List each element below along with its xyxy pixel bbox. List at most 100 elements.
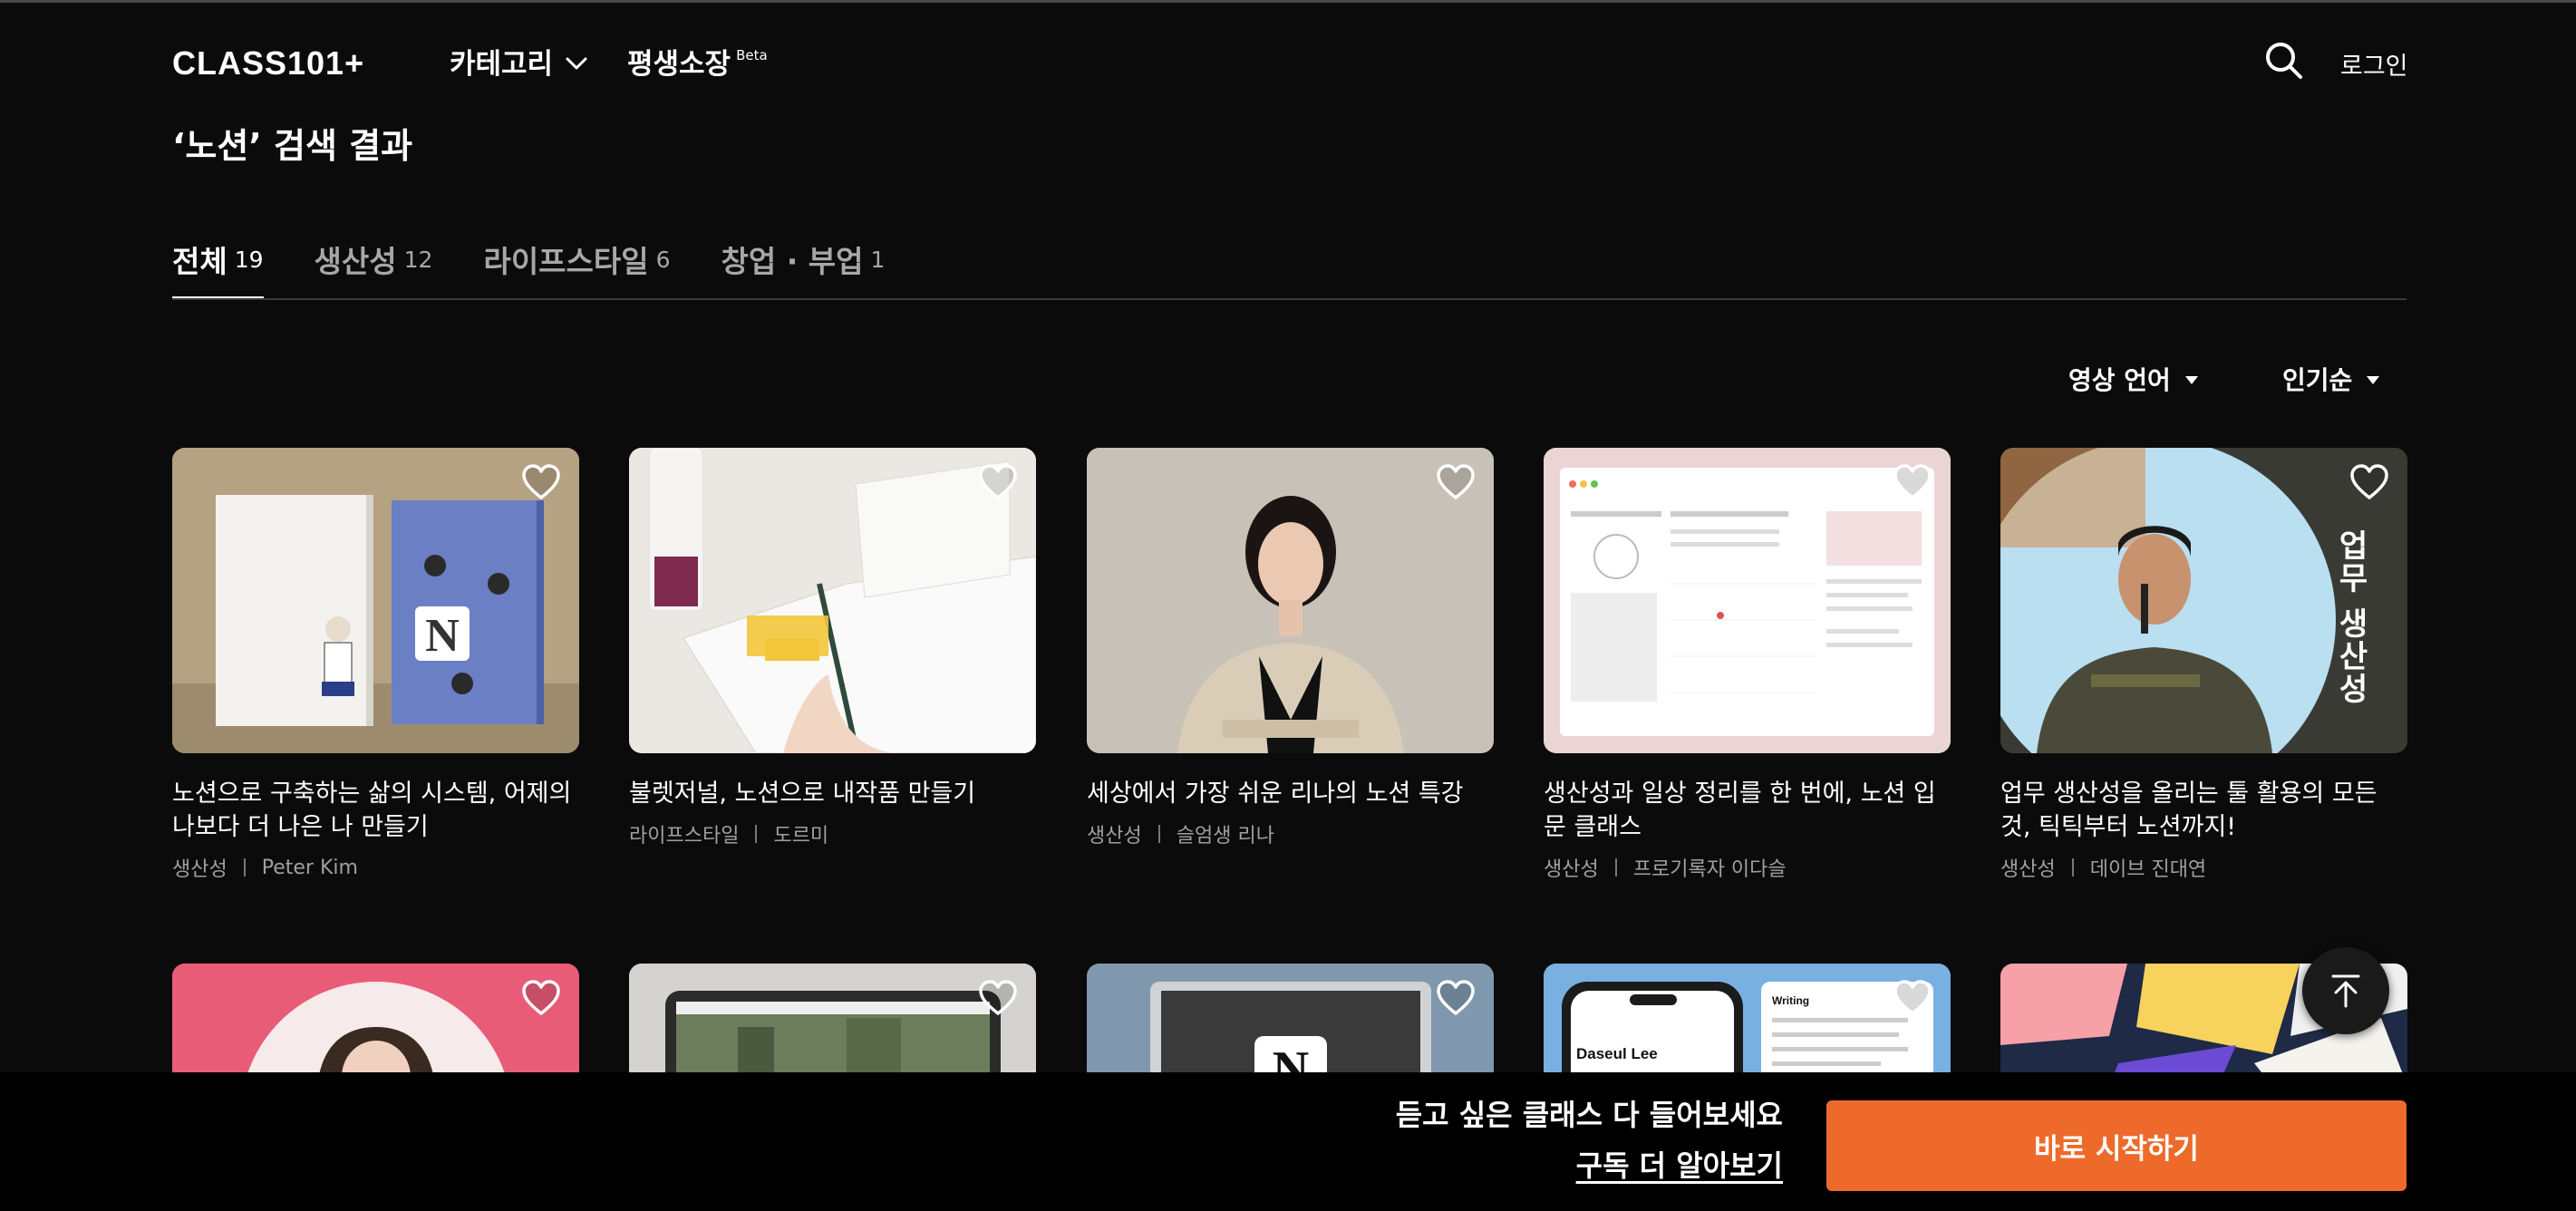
heart-icon[interactable] [1893, 464, 1932, 500]
meta-divider [243, 858, 246, 877]
class-category: 생산성 [1087, 825, 1142, 848]
meta-divider [1614, 858, 1617, 877]
owned-menu[interactable]: 평생소장 Beta [627, 41, 768, 82]
banner-message: 듣고 싶은 클래스 다 들어보세요 [1395, 1098, 1783, 1132]
class-category: 생산성 [1544, 858, 1599, 881]
tab-label: 생산성 [314, 244, 397, 279]
class-card[interactable]: N [1087, 964, 1494, 1086]
class-meta: 생산성 데이브 진대연 [2000, 853, 2407, 882]
class-card[interactable]: 불렛저널, 노션으로 내작품 만들기 라이프스타일 도르미 [629, 448, 1036, 848]
owned-label: 평생소장 [627, 48, 731, 81]
svg-text:N: N [425, 610, 460, 662]
laptop-notion-photo: N [1087, 964, 1494, 1086]
class-category: 라이프스타일 [629, 825, 740, 848]
class-card[interactable] [172, 964, 579, 1086]
class-card[interactable]: 업무 생산성 업무 생산성을 올리는 툴 활용의 모든 것, 틱틱부터 노션까지… [2000, 448, 2407, 882]
start-now-button[interactable]: 바로 시작하기 [1826, 1100, 2407, 1191]
scroll-to-top-button[interactable] [2302, 947, 2389, 1034]
tab-label: 창업 · 부업 [721, 244, 864, 279]
notion-screenshot [1544, 448, 1951, 753]
class-title: 업무 생산성을 올리는 툴 활용의 모든 것, 틱틱부터 노션까지! [2000, 780, 2377, 841]
profile-name-text: Daseul Lee [1576, 1045, 1658, 1062]
page-title: ‘노션’ 검색 결과 [172, 126, 413, 166]
class-thumbnail [629, 448, 1036, 753]
tab-all[interactable]: 전체 19 [172, 237, 264, 300]
search-icon[interactable] [2264, 41, 2304, 81]
instructor-photo [172, 964, 579, 1086]
meta-divider [755, 825, 758, 843]
class-meta: 생산성 슬엄생 리나 [1087, 819, 1494, 848]
thumbnail-caption: 업무 생산성 [2332, 529, 2368, 705]
category-tabs: 전체 19 생산성 12 라이프스타일 6 창업 · 부업 1 [172, 237, 886, 300]
tab-productivity[interactable]: 생산성 12 [315, 237, 433, 299]
tab-count: 6 [655, 247, 671, 273]
class-author: 데이브 진대연 [2089, 858, 2207, 881]
tabs-divider [172, 298, 2407, 300]
video-language-label: 영상 언어 [2068, 365, 2171, 395]
heart-icon[interactable] [1893, 980, 1932, 1016]
class-author: 슬엄생 리나 [1176, 825, 1274, 848]
class-card[interactable] [629, 964, 1036, 1086]
heart-icon[interactable] [1436, 980, 1476, 1016]
class-thumbnail [172, 964, 579, 1086]
class-author: 프로기록자 이다슬 [1632, 858, 1787, 881]
tab-count: 12 [403, 247, 433, 273]
class-author: 도르미 [773, 825, 829, 848]
class-thumbnail: 업무 생산성 [2000, 448, 2407, 753]
class-author: Peter Kim [261, 856, 358, 879]
heart-icon[interactable] [1436, 464, 1476, 500]
heart-icon[interactable] [521, 980, 561, 1016]
class-meta: 라이프스타일 도르미 [629, 819, 1036, 848]
class-thumbnail: N [1087, 964, 1494, 1086]
tablet-photo [629, 964, 1036, 1086]
class-title: 세상에서 가장 쉬운 리나의 노션 특강 [1087, 780, 1464, 808]
heart-icon[interactable] [978, 464, 1018, 500]
sort-order-label: 인기순 [2282, 365, 2353, 395]
instructor-photo [1087, 448, 1494, 753]
class-category: 생산성 [2000, 858, 2056, 881]
category-menu[interactable]: 카테고리 [450, 41, 587, 82]
login-link[interactable]: 로그인 [2340, 46, 2408, 82]
subscription-info-link[interactable]: 구독 더 알아보기 [1576, 1143, 1783, 1185]
class-meta: 생산성 Peter Kim [172, 853, 579, 882]
meta-divider [1157, 825, 1160, 843]
meta-divider [2071, 858, 2074, 877]
class-card[interactable]: 생산성과 일상 정리를 한 번에, 노션 입문 클래스 생산성 프로기록자 이다… [1544, 448, 1951, 882]
class-thumbnail [1087, 448, 1494, 753]
class-title: 생산성과 일상 정리를 한 번에, 노션 입문 클래스 [1544, 780, 1936, 841]
class-thumbnail: N [172, 448, 579, 753]
tab-startup-sidejob[interactable]: 창업 · 부업 1 [721, 237, 886, 299]
tab-label: 라이프스타일 [483, 244, 649, 279]
class101-logo[interactable]: CLASS101+ [172, 44, 364, 82]
class-category: 생산성 [172, 858, 228, 881]
heart-icon[interactable] [978, 980, 1018, 1016]
class-title: 노션으로 구축하는 삶의 시스템, 어제의 나보다 더 나은 나 만들기 [172, 780, 572, 841]
beta-badge: Beta [736, 46, 768, 63]
class-card[interactable]: 세상에서 가장 쉬운 리나의 노션 특강 생산성 슬엄생 리나 [1087, 448, 1494, 848]
caret-down-icon [2184, 376, 2198, 384]
class-card[interactable]: Daseul Lee Writing [1544, 964, 1951, 1086]
subscription-banner: 듣고 싶은 클래스 다 들어보세요 구독 더 알아보기 바로 시작하기 [0, 1072, 2576, 1211]
class-meta: 생산성 프로기록자 이다슬 [1544, 853, 1951, 882]
caret-down-icon [2367, 376, 2380, 384]
video-language-dropdown[interactable]: 영상 언어 [2068, 361, 2198, 397]
arrow-up-icon [2331, 974, 2360, 1008]
class-thumbnail [1544, 448, 1951, 753]
tab-lifestyle[interactable]: 라이프스타일 6 [483, 237, 670, 299]
category-label: 카테고리 [450, 48, 554, 81]
class-title: 불렛저널, 노션으로 내작품 만들기 [629, 780, 976, 808]
section-heading-text: Writing [1772, 994, 1810, 1007]
journal-illustration [629, 448, 1036, 753]
phone-notion-screenshot [1544, 964, 1951, 1086]
heart-icon[interactable] [2349, 464, 2389, 500]
tab-label: 전체 [172, 244, 228, 279]
chevron-down-icon [566, 57, 587, 69]
class-thumbnail [629, 964, 1036, 1086]
heart-icon[interactable] [521, 464, 561, 500]
books-illustration: N [172, 448, 579, 753]
sort-order-dropdown[interactable]: 인기순 [2282, 361, 2380, 397]
class-card[interactable]: N 노션으로 구축하는 삶의 시스템, 어제의 나보다 더 나은 나 만들기 생… [172, 448, 579, 882]
header: CLASS101+ 카테고리 평생소장 Beta 로그인 [0, 3, 2576, 115]
tab-count: 19 [234, 247, 264, 273]
class-thumbnail: Daseul Lee Writing [1544, 964, 1951, 1086]
